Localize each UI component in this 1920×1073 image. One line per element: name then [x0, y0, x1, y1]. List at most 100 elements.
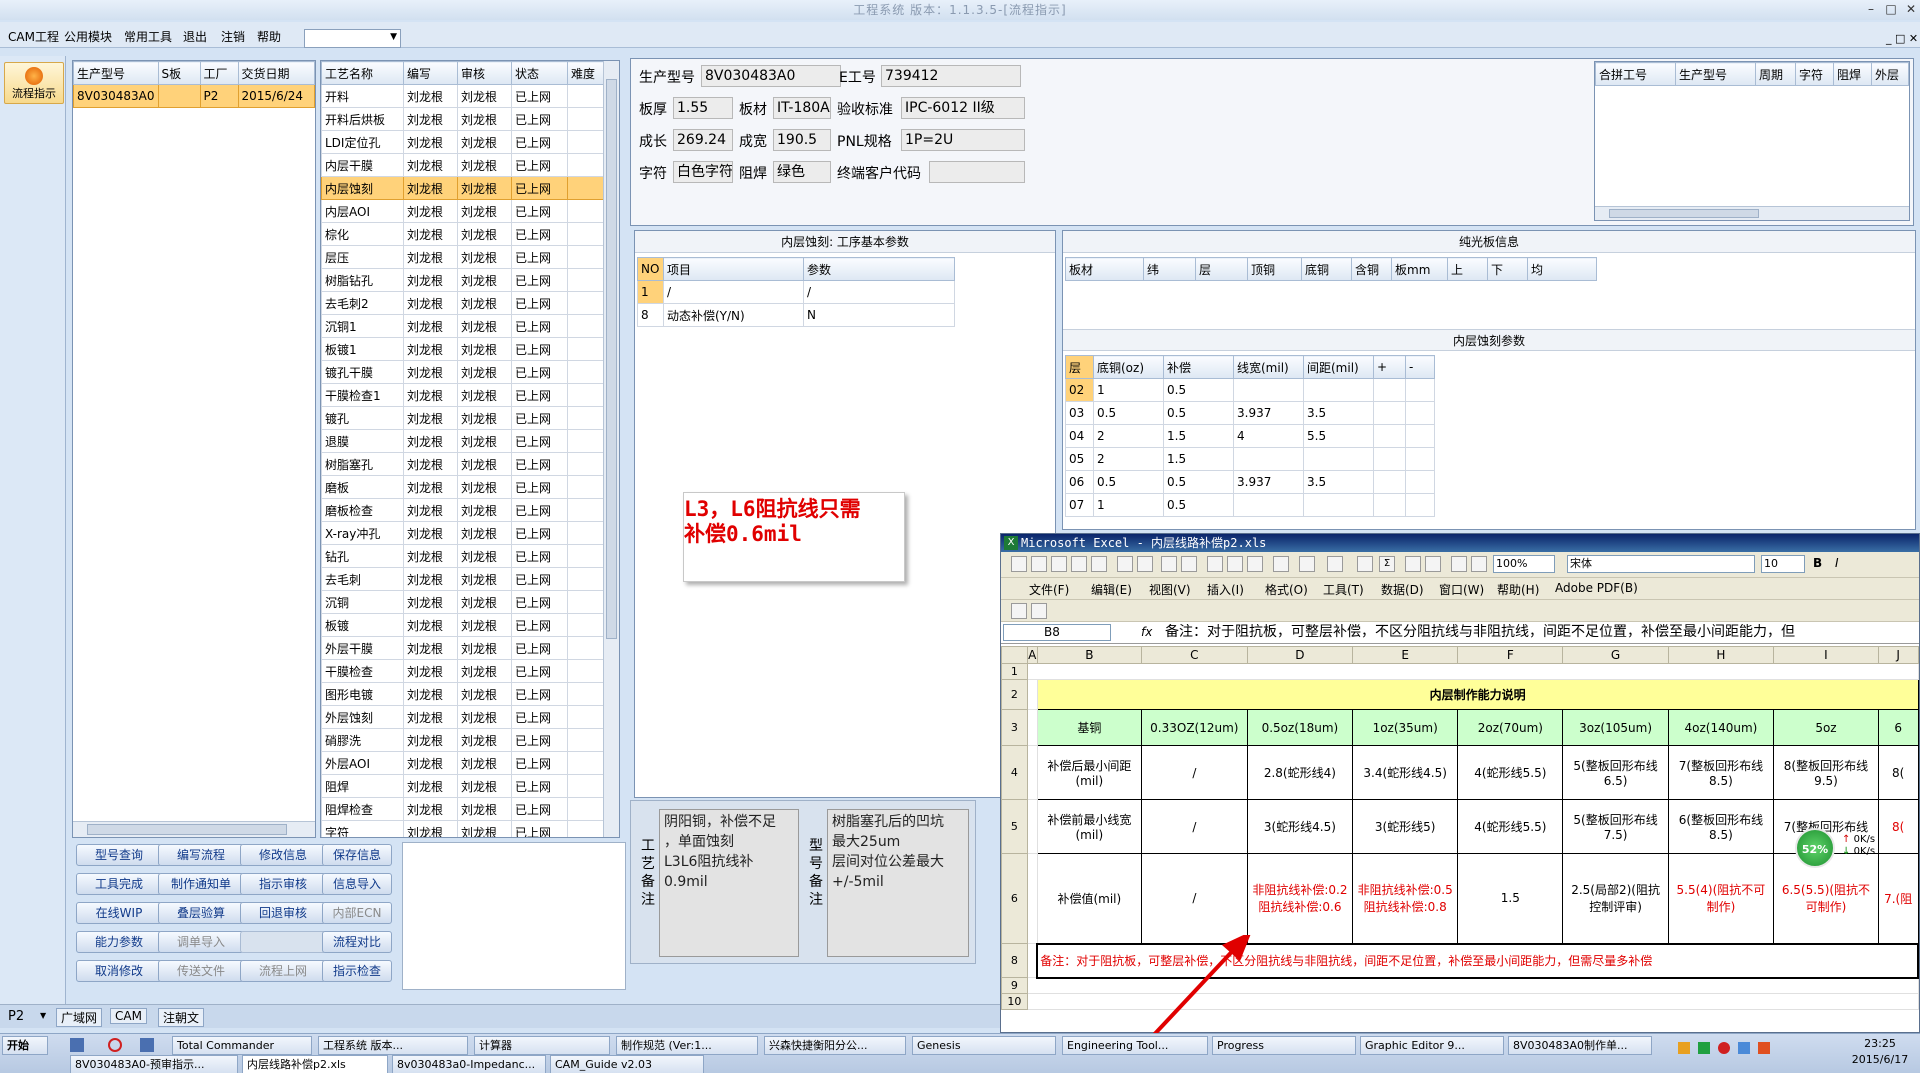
- cell[interactable]: [1026, 679, 1038, 710]
- col-prod[interactable]: 生产型号: [73, 61, 159, 85]
- paste-icon[interactable]: [1247, 556, 1263, 572]
- col-prod[interactable]: 生产型号: [1675, 62, 1756, 86]
- table-row[interactable]: 镀孔 刘龙根 刘龙根 已上网: [321, 406, 605, 430]
- col-date[interactable]: 交货日期: [237, 61, 315, 85]
- col-review[interactable]: 审核: [457, 61, 512, 85]
- col-space[interactable]: 间距(mil): [1303, 355, 1374, 379]
- col-header[interactable]: C: [1140, 646, 1248, 664]
- col-layer[interactable]: 层: [1195, 257, 1248, 281]
- bold-icon[interactable]: B: [1813, 556, 1822, 570]
- col-param[interactable]: 参数: [803, 257, 955, 281]
- row-header[interactable]: 2: [1001, 679, 1028, 710]
- table-row[interactable]: 外层蚀刻 刘龙根 刘龙根 已上网: [321, 705, 605, 729]
- table-row[interactable]: 板镀 刘龙根 刘龙根 已上网: [321, 613, 605, 637]
- table-row[interactable]: 棕化 刘龙根 刘龙根 已上网: [321, 222, 605, 246]
- cell[interactable]: 8(: [1877, 745, 1919, 800]
- taskbar-item[interactable]: Graphic Editor 9...: [1360, 1036, 1504, 1055]
- pdf-icon[interactable]: [1011, 603, 1027, 619]
- std-field[interactable]: IPC-6012 II级: [901, 97, 1025, 119]
- cell[interactable]: /: [1140, 745, 1248, 800]
- menu-edit[interactable]: 编辑(E): [1091, 581, 1132, 598]
- tray-icon[interactable]: [1738, 1042, 1750, 1054]
- modify-info-button[interactable]: 修改信息: [240, 844, 326, 866]
- menu-insert[interactable]: 插入(I): [1207, 581, 1244, 598]
- cell[interactable]: 8(整板回形布线9.5): [1773, 745, 1879, 800]
- col-minus[interactable]: -: [1405, 355, 1435, 379]
- site-selector[interactable]: P2: [8, 1009, 24, 1024]
- menu-logout[interactable]: 注销: [221, 28, 245, 45]
- cancel-modify-button[interactable]: 取消修改: [76, 960, 162, 982]
- cell[interactable]: 2.8(蛇形线4): [1246, 745, 1354, 800]
- table-row[interactable]: 02 1 0.5: [1065, 378, 1435, 402]
- cell[interactable]: 5oz: [1773, 709, 1879, 746]
- col-author[interactable]: 编写: [403, 61, 458, 85]
- pnl-field[interactable]: 1P=2U: [901, 129, 1025, 151]
- cell[interactable]: 4(蛇形线5.5): [1457, 745, 1564, 800]
- cell[interactable]: 非阻抗线补偿:0.2阻抗线补偿:0.6: [1246, 853, 1354, 944]
- cell[interactable]: 7(整板回形布线8.5): [1667, 745, 1775, 800]
- char-field[interactable]: 白色字符: [673, 161, 733, 183]
- flow-online-button[interactable]: 流程上网: [240, 960, 326, 982]
- quicklaunch-icon[interactable]: [70, 1038, 84, 1052]
- menu-cam[interactable]: CAM工程: [8, 28, 59, 45]
- col-combine[interactable]: 合拼工号: [1595, 62, 1676, 86]
- table-row[interactable]: 外层干膜 刘龙根 刘龙根 已上网: [321, 636, 605, 660]
- taskbar-item[interactable]: 8V030483A0-预审指示...: [70, 1055, 238, 1073]
- sort-asc-icon[interactable]: [1405, 556, 1421, 572]
- menu-help[interactable]: 帮助: [257, 28, 281, 45]
- wip-button[interactable]: 在线WIP: [76, 902, 162, 924]
- menu-combo[interactable]: ▼: [304, 29, 401, 48]
- table-row[interactable]: 开料 刘龙根 刘龙根 已上网: [321, 84, 605, 108]
- pdf-mail-icon[interactable]: [1031, 603, 1047, 619]
- sheet-title[interactable]: 内层制作能力说明: [1036, 679, 1919, 710]
- cell[interactable]: 基铜: [1036, 709, 1142, 746]
- table-row[interactable]: 07 1 0.5: [1065, 493, 1435, 517]
- maximize-icon[interactable]: □: [1882, 0, 1900, 18]
- cust-field[interactable]: [929, 161, 1025, 183]
- row-header[interactable]: 8: [1001, 943, 1028, 978]
- table-row[interactable]: LDI定位孔 刘龙根 刘龙根 已上网: [321, 130, 605, 154]
- col-status[interactable]: 状态: [511, 61, 568, 85]
- menu-view[interactable]: 视图(V): [1149, 581, 1191, 598]
- taskbar-item[interactable]: 兴森快捷衡阳分公...: [764, 1036, 906, 1055]
- table-row[interactable]: 05 2 1.5: [1065, 447, 1435, 471]
- row-header[interactable]: 5: [1001, 799, 1028, 854]
- mask-field[interactable]: 绿色: [773, 161, 831, 183]
- table-row[interactable]: 字符 刘龙根 刘龙根 已上网: [321, 820, 605, 837]
- cell[interactable]: 6(整板回形布线8.5): [1667, 799, 1775, 854]
- minimize-icon[interactable]: –: [1862, 0, 1880, 18]
- tool-done-button[interactable]: 工具完成: [76, 873, 162, 895]
- table-row[interactable]: 阻焊检查 刘龙根 刘龙根 已上网: [321, 797, 605, 821]
- zoom-select[interactable]: 100%: [1493, 555, 1555, 573]
- col-header[interactable]: A: [1026, 646, 1038, 664]
- table-row[interactable]: 干膜检查1 刘龙根 刘龙根 已上网: [321, 383, 605, 407]
- capability-button[interactable]: 能力参数: [76, 931, 162, 953]
- permission-icon[interactable]: [1071, 556, 1087, 572]
- tab-wan[interactable]: 广域网: [56, 1008, 103, 1027]
- select-all[interactable]: [1001, 646, 1028, 664]
- cell[interactable]: 7.(阻: [1877, 853, 1919, 944]
- row-header[interactable]: 10: [1001, 993, 1028, 1010]
- cell[interactable]: 2oz(70um): [1457, 709, 1564, 746]
- col-comp[interactable]: 补偿: [1163, 355, 1234, 379]
- col-bottom[interactable]: 底铜: [1301, 257, 1352, 281]
- col-s[interactable]: S板: [157, 61, 201, 85]
- stackup-button[interactable]: 叠层验算: [158, 902, 244, 924]
- wid-field[interactable]: 190.5: [773, 129, 831, 151]
- cell[interactable]: /: [1140, 853, 1248, 944]
- copy-icon[interactable]: [1227, 556, 1243, 572]
- autosum-icon[interactable]: Σ: [1379, 556, 1395, 572]
- table-row[interactable]: 去毛刺 刘龙根 刘龙根 已上网: [321, 567, 605, 591]
- col-item[interactable]: 项目: [663, 257, 804, 281]
- table-row[interactable]: 磨板检查 刘龙根 刘龙根 已上网: [321, 498, 605, 522]
- taskbar-item[interactable]: 制作规范 (Ver:1...: [616, 1036, 758, 1055]
- col-no[interactable]: NO: [637, 257, 664, 281]
- cell[interactable]: 3(蛇形线4.5): [1246, 799, 1354, 854]
- col-proc-name[interactable]: 工艺名称: [321, 61, 404, 85]
- tray-icon[interactable]: [1698, 1042, 1710, 1054]
- cell[interactable]: [1026, 853, 1038, 944]
- col-header[interactable]: D: [1246, 646, 1354, 664]
- tab-cam[interactable]: CAM: [110, 1008, 147, 1024]
- cell[interactable]: 非阻抗线补偿:0.5阻抗线补偿:0.8: [1352, 853, 1459, 944]
- row-header[interactable]: 3: [1001, 709, 1028, 746]
